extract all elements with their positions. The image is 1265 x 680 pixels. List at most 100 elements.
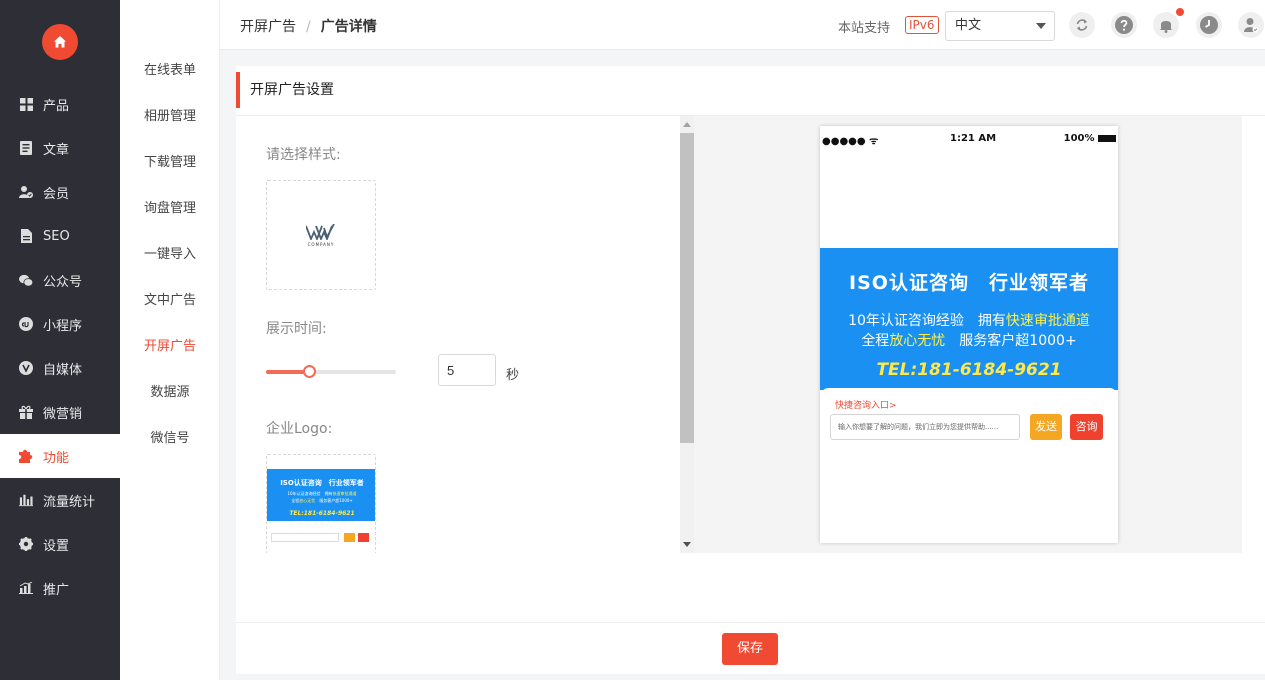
send-button[interactable]: 发送	[1030, 414, 1062, 440]
support-text: 本站支持	[838, 21, 891, 36]
slider-handle[interactable]	[302, 365, 316, 378]
promote-icon	[19, 581, 33, 595]
signal-indicator: ●●●●● ᯤ	[822, 136, 879, 147]
ad-banner: ISO认证咨询 行业领军者 10年认证咨询经验 拥有快速审批通道 全程放心无忧 …	[820, 248, 1118, 390]
sidebar-item-label: 小程序	[43, 318, 83, 334]
breadcrumb-current: 广告详情	[320, 19, 377, 35]
thumb-title: ISO认证咨询 行业领军者	[280, 479, 364, 487]
submenu-item-data-source[interactable]: 数据源	[120, 370, 220, 416]
sidebar-item-promotion[interactable]: 推广	[0, 566, 120, 610]
submenu-item-wechat-id[interactable]: 微信号	[120, 416, 220, 462]
clock-icon	[1200, 16, 1218, 34]
thumb-line2-c: 服务客户超1000+	[315, 498, 353, 503]
thumb-line1-a: 10年认证咨询经验 拥有	[287, 491, 333, 496]
sidebar-item-self-media[interactable]: 自媒体	[0, 346, 120, 390]
notifications-button[interactable]	[1153, 12, 1179, 38]
sidebar-item-label: 设置	[43, 538, 70, 554]
sidebar-item-label: 功能	[43, 450, 70, 466]
breadcrumb: 开屏广告 / 广告详情	[240, 16, 377, 36]
sidebar-item-traffic-stats[interactable]: 流量统计	[0, 478, 120, 522]
phone-preview: ●●●●● ᯤ 1:21 AM 100% ISO认证咨询 行业领军者 10年认证…	[820, 126, 1118, 543]
banner-line2-b: 放心无忧	[889, 333, 946, 349]
battery-percent: 100%	[1063, 133, 1095, 144]
submenu-item-inline-ads[interactable]: 文中广告	[120, 278, 220, 324]
sidebar-item-official-account[interactable]: 公众号	[0, 258, 120, 302]
sidebar-item-label: SEO	[43, 228, 70, 244]
duration-slider[interactable]	[266, 365, 396, 378]
preview-panel: ●●●●● ᯤ 1:21 AM 100% ISO认证咨询 行业领军者 10年认证…	[694, 116, 1242, 553]
thumb-send	[344, 533, 355, 542]
submenu-item-splash-ads[interactable]: 开屏广告	[120, 324, 220, 370]
bar-chart-icon	[19, 493, 33, 507]
thumb-line2: 全程放心无忧 服务客户超1000+	[267, 498, 375, 504]
sidebar-item-label: 微营销	[43, 406, 83, 422]
sidebar-item-label: 公众号	[43, 274, 83, 290]
thumb-line1: 10年认证咨询经验 拥有快速审批通道	[267, 491, 375, 497]
submenu-item-inquiries[interactable]: 询盘管理	[120, 186, 220, 232]
sidebar-item-functions[interactable]: 功能	[0, 434, 120, 478]
form-scrollbar[interactable]	[680, 116, 694, 553]
breadcrumb-parent[interactable]: 开屏广告	[240, 19, 296, 35]
battery-indicator: 100%	[1064, 133, 1116, 144]
duration-label: 展示时间:	[266, 321, 327, 337]
banner-line1: 10年认证咨询经验 拥有快速审批通道	[820, 310, 1118, 330]
submenu-item-album[interactable]: 相册管理	[120, 94, 220, 140]
sidebar-item-label: 流量统计	[43, 494, 96, 510]
thumb-input	[271, 533, 339, 542]
sidebar-item-members[interactable]: 会员	[0, 170, 120, 214]
submenu-item-import[interactable]: 一键导入	[120, 232, 220, 278]
sidebar-item-seo[interactable]: SEO	[0, 214, 120, 258]
grid-icon	[19, 97, 33, 111]
banner-line2-c: 服务客户超1000+	[945, 333, 1077, 349]
help-icon	[1115, 16, 1133, 34]
sidebar-item-marketing[interactable]: 微营销	[0, 390, 120, 434]
scroll-thumb[interactable]	[680, 133, 694, 443]
duration-input[interactable]	[438, 354, 496, 386]
top-header: 开屏广告 / 广告详情 本站支持 IPv6 中文	[220, 0, 1265, 50]
consult-link[interactable]: 快捷咨询入口>	[835, 398, 897, 411]
banner-line1-b: 快速审批通道	[1005, 313, 1090, 329]
home-button[interactable]	[42, 24, 78, 60]
logo-thumbnail: ISO认证咨询 行业领军者 10年认证咨询经验 拥有快速审批通道 全程放心无忧 …	[267, 469, 375, 521]
user-button[interactable]	[1238, 12, 1264, 38]
refresh-button[interactable]	[1069, 12, 1095, 38]
media-icon	[19, 361, 33, 375]
duration-unit: 秒	[506, 368, 520, 383]
submenu-item-online-form[interactable]: 在线表单	[120, 48, 220, 94]
wechat-icon	[19, 273, 33, 287]
file-icon	[19, 229, 33, 243]
language-value: 中文	[955, 18, 982, 33]
submenu-item-downloads[interactable]: 下载管理	[120, 140, 220, 186]
sidebar-item-settings[interactable]: 设置	[0, 522, 120, 566]
gear-icon	[19, 537, 33, 551]
sidebar-item-products[interactable]: 产品	[0, 82, 120, 126]
ask-button[interactable]: 咨询	[1070, 414, 1103, 440]
consult-input[interactable]: 输入你想要了解的问题，我们立即为您提供帮助......	[830, 414, 1020, 440]
banner-title: ISO认证咨询 行业领军者	[849, 272, 1089, 294]
member-icon	[19, 185, 33, 199]
sidebar-item-label: 文章	[43, 142, 70, 158]
sidebar-item-mini-program[interactable]: 小程序	[0, 302, 120, 346]
help-button[interactable]	[1111, 12, 1137, 38]
logo-uploader[interactable]: ISO认证咨询 行业领军者 10年认证咨询经验 拥有快速审批通道 全程放心无忧 …	[266, 454, 376, 553]
history-button[interactable]	[1196, 12, 1222, 38]
scroll-up-arrow[interactable]	[683, 122, 691, 127]
thumb-line1-b: 快速审批通道	[332, 491, 357, 496]
chevron-down-icon	[1036, 23, 1046, 29]
thumb-tel: TEL:181-6184-9621	[289, 510, 355, 517]
save-button[interactable]: 保存	[722, 633, 778, 665]
sidebar-item-label: 会员	[43, 186, 70, 202]
notification-badge	[1176, 8, 1184, 16]
sidebar-item-articles[interactable]: 文章	[0, 126, 120, 170]
breadcrumb-separator: /	[306, 19, 311, 35]
status-time: 1:21 AM	[950, 133, 997, 144]
scroll-down-arrow[interactable]	[683, 542, 691, 547]
style-selector[interactable]: COMPANY	[266, 180, 376, 290]
banner-line2: 全程放心无忧 服务客户超1000+	[820, 330, 1118, 350]
phone-status-bar: ●●●●● ᯤ 1:21 AM 100%	[820, 126, 1118, 152]
banner-line2-a: 全程	[861, 333, 890, 349]
language-select[interactable]: 中文	[945, 11, 1055, 41]
document-icon	[19, 141, 33, 155]
settings-form: 请选择样式: COMPANY 展示时间: 秒 企业Logo: ISO认证咨询 行…	[236, 116, 696, 553]
sidebar-item-label: 推广	[43, 582, 70, 598]
